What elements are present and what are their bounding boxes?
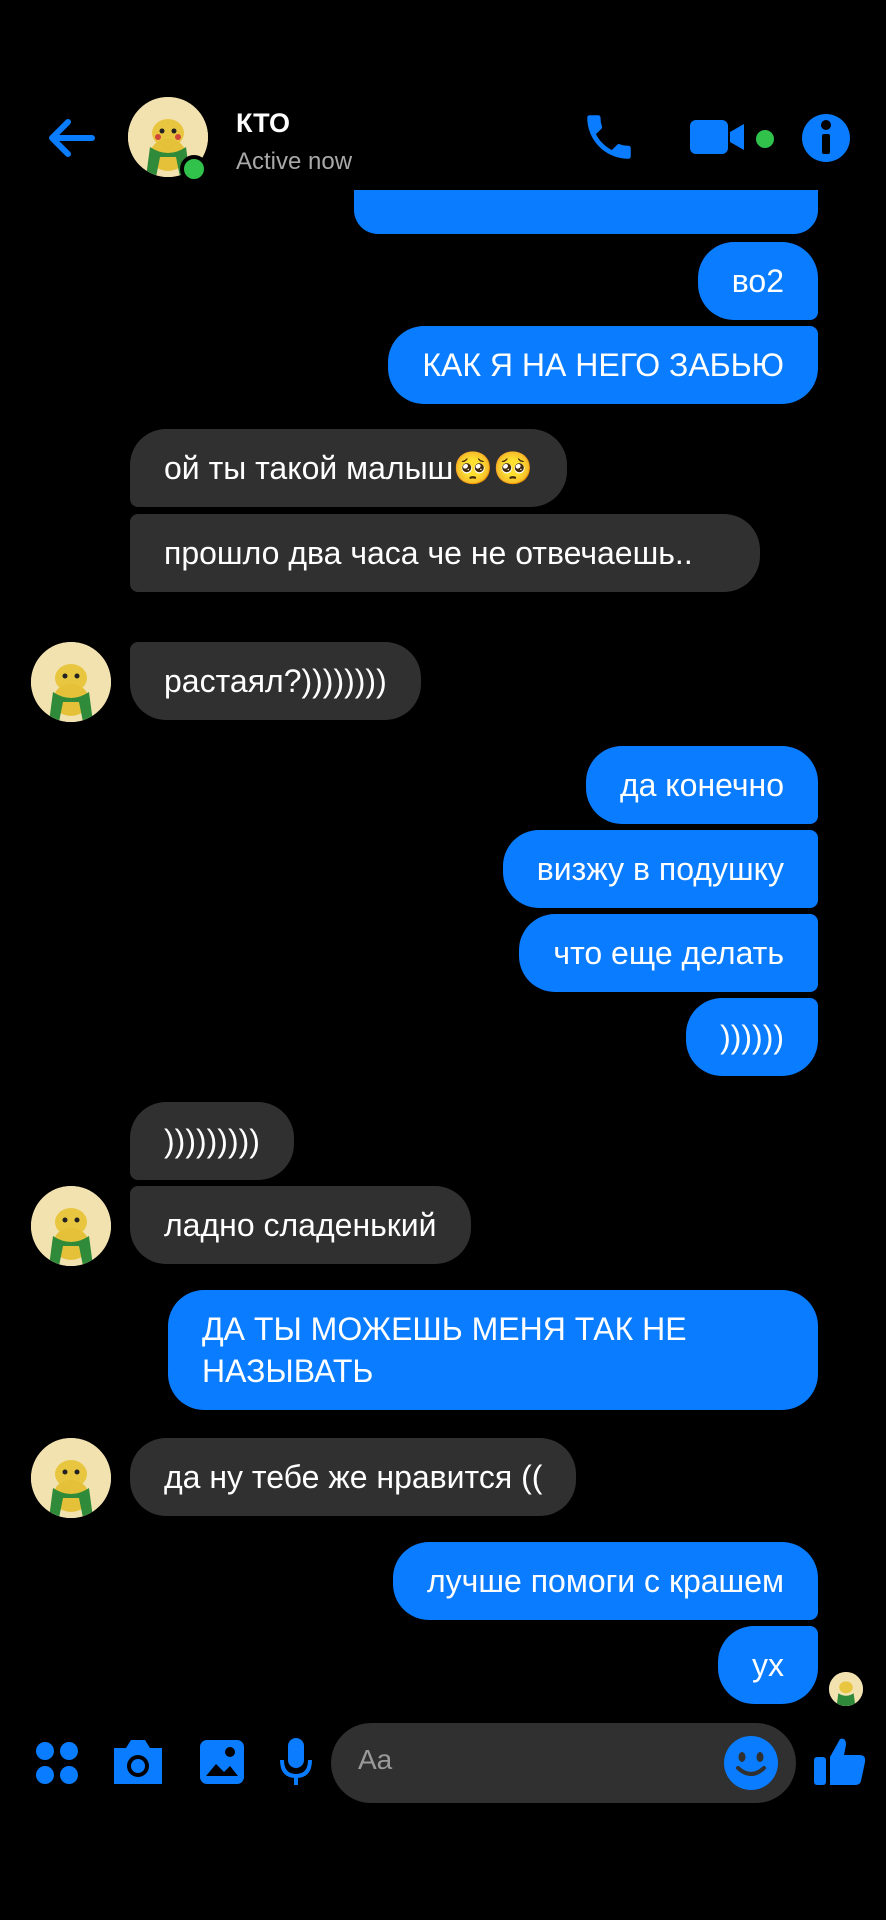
more-apps-icon[interactable] (34, 1740, 80, 1786)
phone-call-icon[interactable] (580, 108, 638, 166)
thumbs-up-icon[interactable] (812, 1733, 868, 1789)
message-bubble[interactable]: визжу в подушку (502, 830, 818, 908)
message-bubble[interactable]: во2 (697, 242, 818, 320)
emoji-icon[interactable] (722, 1734, 780, 1792)
contact-status: Active now (236, 148, 353, 175)
message-bubble[interactable]: прошло два часа че не отвечаешь.. (130, 514, 760, 592)
message-bubble[interactable]: растаял?)))))))) (130, 642, 421, 720)
message-bubble[interactable]: ладно сладенький (130, 1186, 471, 1264)
message-bubble[interactable]: да ну тебе же нравится (( (130, 1438, 577, 1516)
sender-avatar (31, 1186, 111, 1266)
online-indicator (180, 155, 208, 183)
gallery-icon[interactable] (198, 1738, 246, 1786)
contact-name[interactable]: КТО (236, 108, 290, 139)
video-call-icon[interactable] (688, 114, 750, 160)
microphone-icon[interactable] (278, 1736, 314, 1788)
message-bubble[interactable]: что еще делать (519, 914, 818, 992)
pikachu-avatar-icon (31, 642, 111, 722)
message-bubble[interactable]: да конечно (585, 746, 818, 824)
back-arrow-icon[interactable] (40, 110, 100, 170)
message-bubble-cut[interactable] (354, 190, 818, 234)
message-bubble[interactable]: )))))) (686, 998, 818, 1076)
sender-avatar (31, 1438, 111, 1518)
pikachu-avatar-icon (31, 1438, 111, 1518)
message-bubble[interactable]: ДА ТЫ МОЖЕШЬ МЕНЯ ТАК НЕ НАЗЫВАТЬ (168, 1290, 818, 1410)
camera-icon[interactable] (110, 1736, 166, 1786)
read-receipt-avatar (829, 1672, 863, 1706)
sender-avatar (31, 642, 111, 722)
message-input-placeholder: Aa (358, 1744, 393, 1775)
message-bubble[interactable]: КАК Я НА НЕГО ЗАБЬЮ (388, 326, 818, 404)
video-online-dot (756, 130, 774, 148)
info-icon[interactable] (800, 112, 852, 164)
pikachu-avatar-icon (31, 1186, 111, 1266)
message-bubble[interactable]: лучше помоги с крашем (392, 1542, 818, 1620)
message-bubble[interactable]: ух (718, 1626, 818, 1704)
pikachu-avatar-icon (829, 1672, 863, 1706)
message-bubble[interactable]: ))))))))) (130, 1102, 294, 1180)
message-bubble[interactable]: ой ты такой малыш🥺🥺 (130, 429, 567, 507)
